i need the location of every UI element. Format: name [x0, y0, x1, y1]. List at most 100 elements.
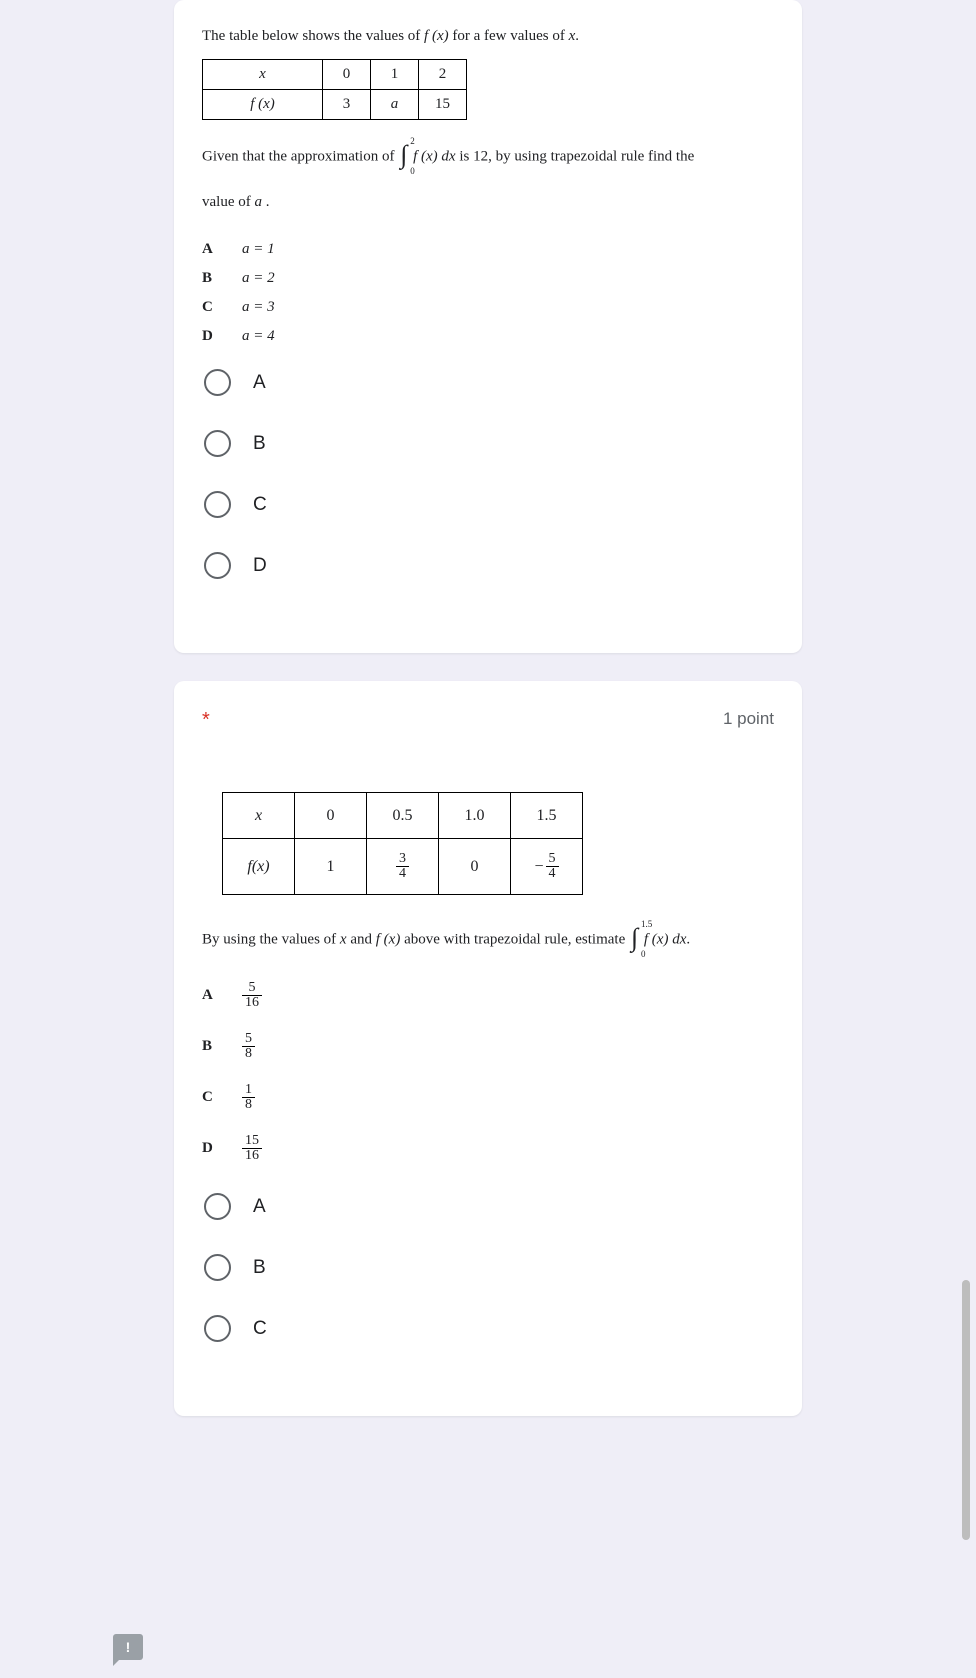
- q1-intro: The table below shows the values of f (x…: [202, 28, 774, 45]
- var: x: [340, 931, 347, 947]
- choice-label: C: [202, 299, 242, 316]
- cell: 2: [419, 60, 467, 90]
- frac-n: 15: [242, 1134, 262, 1149]
- choice-label: A: [202, 241, 242, 258]
- choice-label: D: [202, 328, 242, 345]
- feedback-button[interactable]: !: [113, 1634, 143, 1660]
- q1-given: Given that the approximation of ∫ 2 0 f …: [202, 142, 774, 172]
- cell: 0: [439, 839, 511, 895]
- text: for a few values of: [449, 28, 569, 44]
- q1-mc-list: Aa = 1 Ba = 2 Ca = 3 Da = 4: [202, 241, 774, 345]
- radio-option-b[interactable]: B: [204, 1254, 774, 1281]
- cell: 1.5: [511, 793, 583, 839]
- q2-table: x 0 0.5 1.0 1.5 f(x) 1 34 0 −54: [222, 792, 583, 895]
- frac-d: 16: [242, 1149, 262, 1163]
- text: is 12, by using trapezoidal rule find th…: [456, 148, 695, 164]
- radio-icon: [204, 369, 231, 396]
- cell: 1: [371, 60, 419, 90]
- cell: a: [371, 90, 419, 120]
- radio-icon: [204, 1315, 231, 1342]
- q1-valueof: value of a .: [202, 194, 774, 211]
- fx: f (x): [424, 28, 449, 44]
- question-card-2: * 1 point x 0 0.5 1.0 1.5 f(x) 1 34 0 −5…: [174, 681, 802, 1416]
- cell: 0.5: [367, 793, 439, 839]
- fx: f (x) dx: [644, 931, 686, 947]
- choice-label: C: [202, 1089, 242, 1106]
- radio-option-d[interactable]: D: [204, 552, 774, 579]
- int-lower: 0: [410, 166, 415, 176]
- radio-option-c[interactable]: C: [204, 1315, 774, 1342]
- radio-option-c[interactable]: C: [204, 491, 774, 518]
- int-upper: 2: [410, 136, 415, 146]
- frac-d: 4: [546, 867, 559, 881]
- q2-statement: By using the values of x and f (x) above…: [202, 925, 774, 955]
- cell: x: [223, 793, 295, 839]
- fx: f (x) dx: [413, 148, 455, 164]
- question-card-1: The table below shows the values of f (x…: [174, 0, 802, 653]
- var: a: [254, 194, 262, 210]
- radio-option-a[interactable]: A: [204, 1193, 774, 1220]
- frac-n: 3: [396, 852, 409, 867]
- choice-label: B: [202, 1038, 242, 1055]
- q2-radio-group: A B C: [202, 1193, 774, 1342]
- radio-option-a[interactable]: A: [204, 369, 774, 396]
- frac-n: 1: [242, 1083, 255, 1098]
- q1-radio-group: A B C D: [202, 369, 774, 579]
- int-lower: 0: [641, 949, 646, 959]
- frac-n: 5: [242, 1032, 255, 1047]
- cell: 1.0: [439, 793, 511, 839]
- frac-d: 8: [242, 1098, 255, 1112]
- text: By using the values of: [202, 931, 340, 947]
- choice-label: A: [202, 987, 242, 1004]
- radio-label: C: [253, 1318, 267, 1340]
- cell: 1: [295, 839, 367, 895]
- frac-d: 4: [396, 867, 409, 881]
- q2-header: * 1 point: [202, 709, 774, 732]
- radio-label: C: [253, 494, 267, 516]
- fx: f (x): [376, 931, 401, 947]
- radio-label: D: [253, 555, 267, 577]
- frac-d: 16: [242, 996, 262, 1010]
- radio-label: B: [253, 433, 266, 455]
- integral-icon: ∫ 2 0: [400, 142, 407, 172]
- frac-n: 5: [242, 981, 262, 996]
- cell: x: [203, 60, 323, 90]
- text: .: [575, 28, 579, 44]
- text: The table below shows the values of: [202, 28, 424, 44]
- cell: 34: [367, 839, 439, 895]
- text: .: [686, 931, 690, 947]
- radio-label: A: [253, 1196, 266, 1218]
- required-asterisk: *: [202, 709, 210, 732]
- cell: 15: [419, 90, 467, 120]
- minus: −: [534, 858, 543, 876]
- choice-text: a = 4: [242, 328, 275, 345]
- cell: −54: [511, 839, 583, 895]
- radio-label: A: [253, 372, 266, 394]
- text: and: [347, 931, 376, 947]
- radio-label: B: [253, 1257, 266, 1279]
- choice-text: a = 1: [242, 241, 275, 258]
- cell: f(x): [223, 839, 295, 895]
- text: above with trapezoidal rule, estimate: [400, 931, 629, 947]
- cell: 0: [295, 793, 367, 839]
- choice-text: a = 2: [242, 270, 275, 287]
- radio-icon: [204, 491, 231, 518]
- text: Given that the approximation of: [202, 148, 398, 164]
- cell: f (x): [203, 90, 323, 120]
- points-label: 1 point: [723, 709, 774, 729]
- choice-label: B: [202, 270, 242, 287]
- radio-icon: [204, 1254, 231, 1281]
- radio-option-b[interactable]: B: [204, 430, 774, 457]
- q1-table: x 0 1 2 f (x) 3 a 15: [202, 59, 467, 120]
- cell: 3: [323, 90, 371, 120]
- choice-label: D: [202, 1140, 242, 1157]
- integral-icon: ∫ 1.5 0: [631, 925, 638, 955]
- text: .: [262, 194, 270, 210]
- q2-mc-list: A516 B58 C18 D1516: [202, 981, 774, 1163]
- scrollbar-thumb[interactable]: [962, 1280, 970, 1540]
- frac-n: 5: [546, 852, 559, 867]
- int-upper: 1.5: [641, 919, 652, 929]
- text: value of: [202, 194, 254, 210]
- radio-icon: [204, 430, 231, 457]
- radio-icon: [204, 552, 231, 579]
